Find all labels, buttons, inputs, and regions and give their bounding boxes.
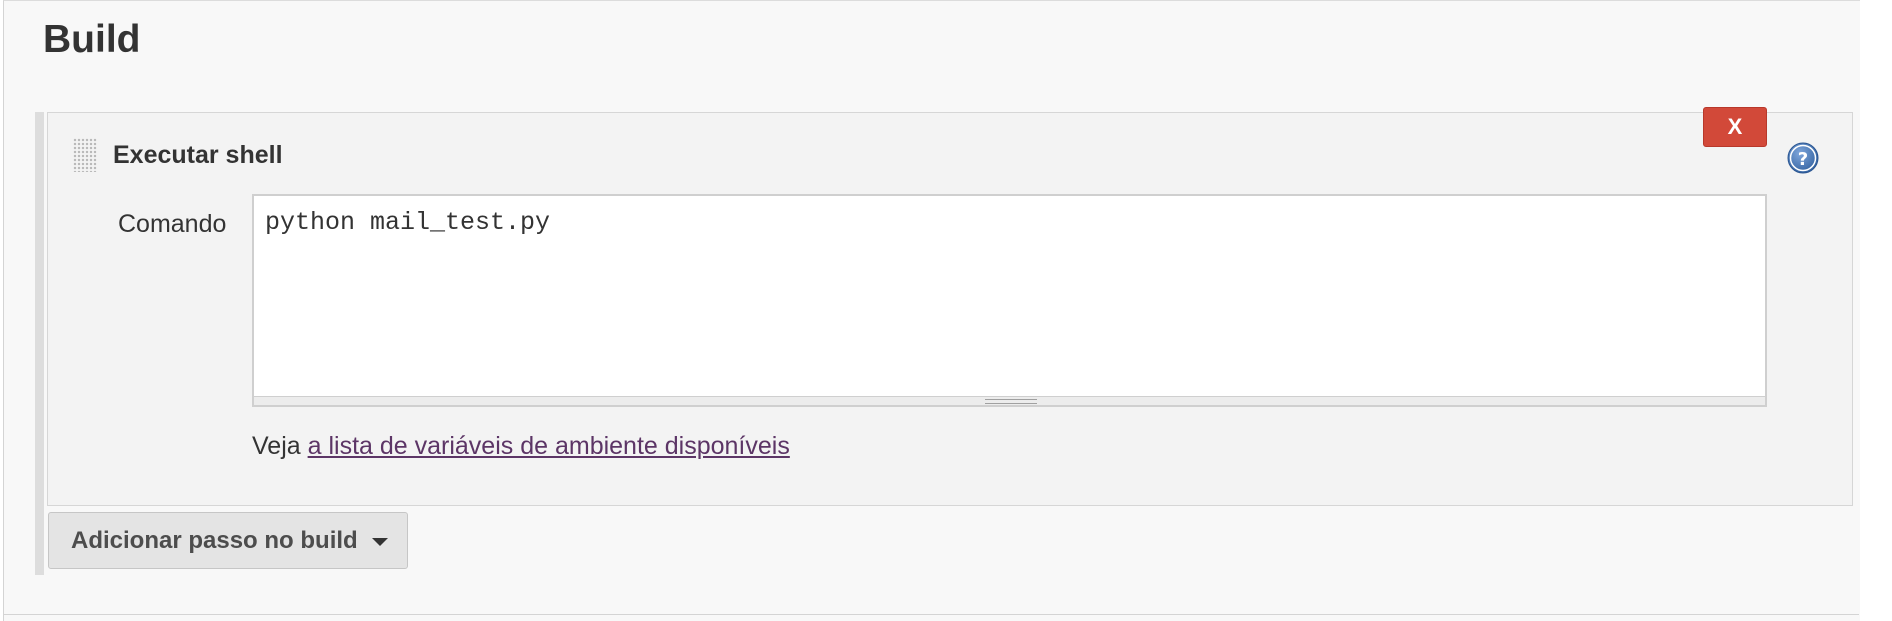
command-label: Comando: [118, 210, 227, 238]
svg-text:?: ?: [1798, 149, 1808, 170]
command-field-wrapper: python mail_test.py: [252, 194, 1767, 407]
env-vars-link[interactable]: a lista de variáveis de ambiente disponí…: [308, 432, 790, 460]
section-left-bar: [35, 112, 44, 575]
drag-handle-icon[interactable]: [73, 138, 97, 172]
section-title: Build: [43, 18, 141, 61]
command-textarea[interactable]: python mail_test.py: [254, 196, 1765, 396]
delete-step-button[interactable]: X: [1703, 107, 1767, 147]
step-title: Executar shell: [113, 141, 283, 169]
page: Build Executar shell X ? Comando python …: [0, 0, 1892, 621]
textarea-resize-handle[interactable]: [254, 396, 1765, 405]
help-icon[interactable]: ?: [1787, 142, 1819, 174]
add-build-step-button[interactable]: Adicionar passo no build: [48, 512, 408, 569]
resize-grip-icon: [985, 399, 1037, 404]
help-prefix: Veja: [252, 432, 308, 460]
section-divider: [3, 614, 1859, 615]
caret-down-icon: [372, 538, 388, 546]
add-build-step-label: Adicionar passo no build: [71, 527, 358, 554]
env-vars-help: Veja a lista de variáveis de ambiente di…: [252, 430, 790, 462]
